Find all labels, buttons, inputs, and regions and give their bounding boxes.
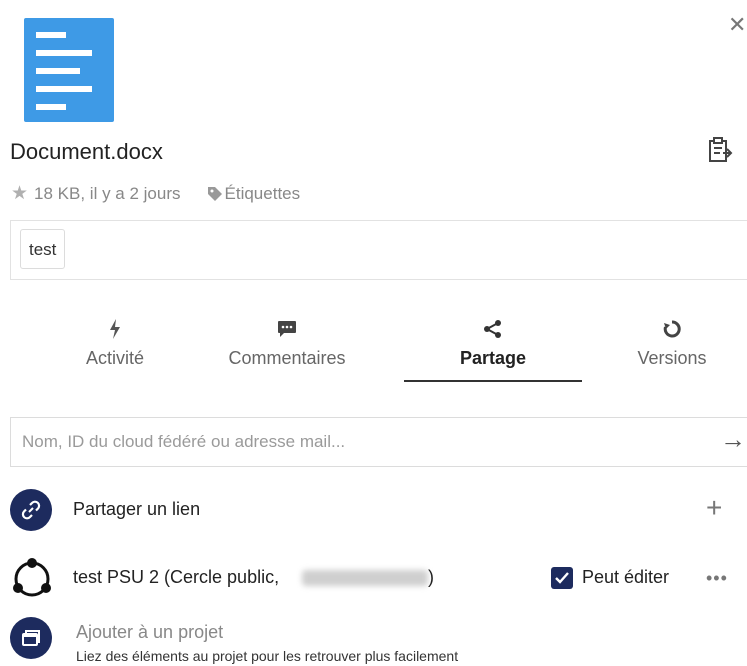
project-avatar (10, 617, 52, 659)
tab-versions[interactable]: Versions (597, 318, 747, 369)
circle-icon (10, 557, 54, 601)
share-search-placeholder: Nom, ID du cloud fédéré ou adresse mail.… (22, 432, 346, 451)
tab-label: Commentaires (228, 348, 346, 368)
tags-input[interactable] (10, 220, 747, 280)
tag-icon (207, 186, 222, 201)
history-icon (597, 318, 747, 340)
tab-label: Partage (459, 348, 527, 368)
tags-label: Étiquettes (224, 183, 301, 203)
share-icon (418, 318, 568, 340)
checkmark-icon (555, 572, 569, 584)
more-options-icon[interactable]: ••• (706, 568, 728, 589)
close-icon[interactable]: ✕ (728, 14, 746, 36)
tab-label: Activité (85, 348, 145, 368)
comment-icon (212, 318, 362, 340)
add-to-project-label[interactable]: Ajouter à un projet (76, 622, 223, 643)
share-link-label[interactable]: Partager un lien (73, 499, 200, 520)
tab-activite[interactable]: Activité (40, 318, 190, 369)
link-avatar (10, 489, 52, 531)
add-to-project-description: Liez des éléments au projet pour les ret… (76, 648, 459, 664)
redacted-text (302, 570, 428, 586)
plus-icon[interactable]: + (706, 494, 722, 522)
clipboard-icon[interactable] (707, 136, 733, 164)
active-tab-indicator (404, 380, 582, 382)
link-icon (21, 500, 41, 520)
tab-partage[interactable]: Partage (418, 318, 568, 369)
project-icon (22, 630, 40, 646)
tags-toggle[interactable]: Étiquettes (207, 183, 301, 204)
document-icon (24, 18, 114, 122)
arrow-right-icon[interactable]: → (720, 424, 746, 455)
file-name: Document.docx (10, 139, 163, 164)
file-meta: ★ 18 KB, il y a 2 jours Étiquettes (11, 182, 300, 205)
tab-commentaires[interactable]: Commentaires (212, 318, 362, 369)
bolt-icon (40, 318, 190, 340)
circle-share-name-suffix: ) (428, 567, 434, 587)
can-edit-checkbox[interactable] (551, 567, 573, 589)
file-size-date: 18 KB, il y a 2 jours (34, 183, 181, 203)
tab-label: Versions (637, 348, 707, 368)
tag-chip[interactable]: test (20, 229, 66, 269)
circle-share-name: test PSU 2 (Cercle public, (73, 567, 280, 587)
can-edit-label[interactable]: Peut éditer (582, 567, 669, 588)
star-icon[interactable]: ★ (11, 182, 28, 205)
